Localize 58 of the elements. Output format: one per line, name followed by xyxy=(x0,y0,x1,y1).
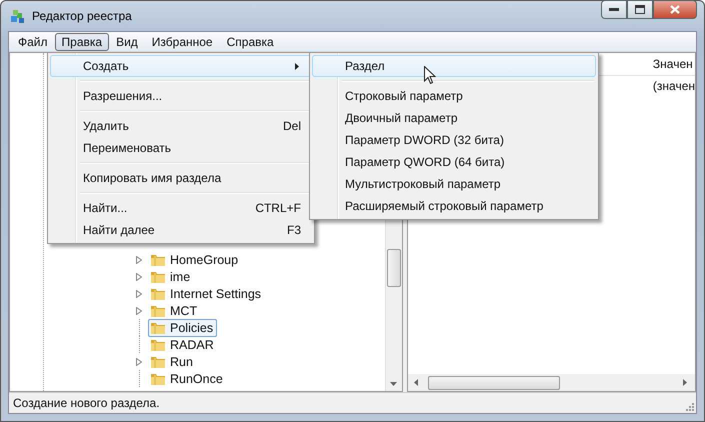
menu-item[interactable]: Параметр DWORD (32 бита) xyxy=(312,129,596,151)
folder-icon xyxy=(150,320,166,334)
menu-item[interactable]: Двоичный параметр xyxy=(312,107,596,129)
folder-icon xyxy=(150,354,166,368)
folder-icon xyxy=(150,372,166,386)
menu-item[interactable]: Строковый параметр xyxy=(312,85,596,107)
table-cell: (значен xyxy=(652,79,695,93)
menu-item[interactable]: Раздел xyxy=(312,55,596,77)
close-button[interactable] xyxy=(653,0,697,19)
menu-item[interactable]: Расширяемый строковый параметр xyxy=(312,195,596,217)
tree-item[interactable]: RunOnce xyxy=(148,370,227,388)
expand-arrow-icon[interactable] xyxy=(136,290,142,298)
tree-item[interactable]: ime xyxy=(148,268,194,286)
expand-arrow-icon[interactable] xyxy=(136,256,142,264)
tree-item[interactable]: MCT xyxy=(148,302,202,320)
maximize-button[interactable] xyxy=(627,0,653,19)
tree-item[interactable]: Run xyxy=(148,352,197,370)
menu-item[interactable]: Копировать имя раздела xyxy=(50,167,312,189)
scroll-right-arrow-icon[interactable] xyxy=(683,379,687,386)
folder-icon xyxy=(150,252,166,266)
menu-item[interactable]: Переименовать xyxy=(50,137,312,159)
window-title: Редактор реестра xyxy=(32,9,132,23)
menu-item[interactable]: Правка xyxy=(54,32,110,50)
resize-grip-icon[interactable] xyxy=(686,403,694,411)
menu-item[interactable]: Удалить Del xyxy=(50,115,312,137)
menu-item[interactable]: Параметр QWORD (64 бита) xyxy=(312,151,596,173)
menu-item[interactable]: Файл xyxy=(11,32,55,50)
menu-item[interactable]: Создать xyxy=(50,55,312,77)
expand-arrow-icon[interactable] xyxy=(136,306,142,314)
menu-item[interactable]: Избранное xyxy=(144,32,220,50)
scroll-thumb[interactable] xyxy=(428,376,560,390)
maximize-icon xyxy=(635,5,645,14)
tree-item[interactable]: Policies xyxy=(148,318,218,336)
menu-item[interactable]: Мультистроковый параметр xyxy=(312,173,596,195)
registry-cubes-icon xyxy=(10,8,26,24)
scroll-left-arrow-icon[interactable] xyxy=(414,379,418,386)
minimize-button[interactable] xyxy=(601,0,627,19)
close-icon xyxy=(670,5,680,14)
menu-item[interactable]: Найти далее F3 xyxy=(50,219,312,241)
tree-item[interactable]: HomeGroup xyxy=(148,250,242,268)
folder-icon xyxy=(150,338,166,352)
menu-item[interactable]: Разрешения... xyxy=(50,85,312,107)
folder-icon xyxy=(150,304,166,318)
menu-item[interactable]: Вид xyxy=(109,32,145,50)
tree-item[interactable]: RADAR xyxy=(148,336,218,354)
column-header[interactable]: Значен xyxy=(652,57,693,71)
expand-arrow-icon[interactable] xyxy=(136,272,142,280)
minimize-icon xyxy=(609,8,619,12)
scroll-thumb[interactable] xyxy=(386,249,401,287)
horizontal-scrollbar[interactable] xyxy=(408,374,695,391)
status-text: Создание нового раздела. xyxy=(13,396,160,410)
scroll-down-arrow-icon[interactable] xyxy=(390,382,398,386)
menu-item[interactable]: Справка xyxy=(220,32,281,50)
folder-icon xyxy=(150,270,166,284)
tree-item[interactable]: Internet Settings xyxy=(148,284,266,302)
menu-item[interactable]: Найти... CTRL+F xyxy=(50,197,312,219)
expand-arrow-icon[interactable] xyxy=(136,358,142,366)
folder-icon xyxy=(150,286,166,300)
